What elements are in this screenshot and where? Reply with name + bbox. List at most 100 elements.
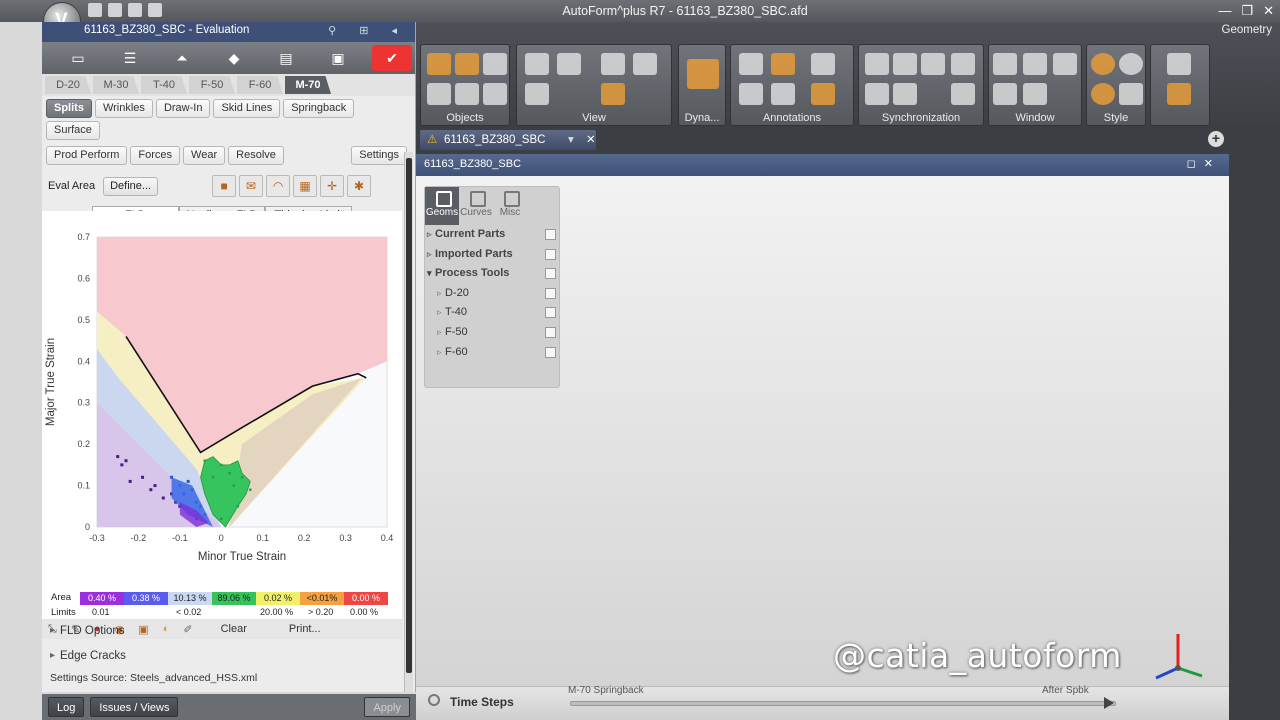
evaluation-icon[interactable]: ✔ — [372, 45, 412, 71]
visibility-checkbox[interactable] — [545, 248, 556, 260]
step-tab-m-70[interactable]: M-70 — [285, 76, 331, 94]
close-button[interactable]: ✕ — [1263, 3, 1274, 19]
step-tab-f-50[interactable]: F-50 — [189, 76, 235, 94]
dynamic-section-icon[interactable] — [687, 59, 719, 89]
sync-label-icon[interactable] — [893, 53, 917, 75]
tree-node-d-20[interactable]: D-20 — [425, 284, 559, 304]
process-icon[interactable]: ☰ — [104, 45, 156, 71]
transparent-icon[interactable] — [1119, 83, 1143, 105]
cascade-icon[interactable] — [1053, 53, 1077, 75]
visibility-checkbox[interactable] — [545, 346, 556, 358]
step-tab-d-20[interactable]: D-20 — [45, 76, 91, 94]
sync-view-icon[interactable] — [893, 83, 917, 105]
zoom-icon[interactable] — [601, 83, 625, 105]
tree-node-f-60[interactable]: F-60 — [425, 343, 559, 363]
axis-icon[interactable]: ✛ — [320, 175, 345, 197]
split-horizontal-icon[interactable] — [993, 83, 1017, 105]
measure-icon[interactable] — [771, 53, 795, 75]
shaded-sphere-icon[interactable] — [1091, 53, 1115, 75]
select-icon[interactable]: ▦ — [293, 175, 318, 197]
clock-icon[interactable] — [865, 83, 889, 105]
document-tab[interactable]: ⚠ 61163_BZ380_SBC ▾ ✕ — [420, 130, 596, 150]
object-icon[interactable] — [427, 53, 451, 75]
sync-part-icon[interactable] — [865, 53, 889, 75]
step-tab-f-60[interactable]: F-60 — [237, 76, 283, 94]
pointer-icon[interactable] — [739, 53, 763, 75]
box-icon[interactable]: ■ — [212, 175, 237, 197]
mode-forces[interactable]: Forces — [130, 146, 181, 165]
tab-geoms[interactable]: Geoms — [425, 187, 459, 225]
press-icon[interactable]: ▤ — [260, 45, 312, 71]
shape-icon[interactable]: ◠ — [266, 175, 291, 197]
mode-splits[interactable]: Splits — [46, 99, 92, 118]
axis-triad-icon[interactable] — [1167, 83, 1191, 105]
tree-node-f-50[interactable]: F-50 — [425, 323, 559, 343]
split-vertical-icon[interactable] — [1023, 53, 1047, 75]
step-tab-t-40[interactable]: T-40 — [141, 76, 187, 94]
minimize-button[interactable]: — — [1218, 3, 1231, 19]
single-window-icon[interactable] — [993, 53, 1017, 75]
link-icon[interactable] — [951, 53, 975, 75]
maximize-button[interactable]: ❐ — [1241, 3, 1253, 19]
geometry-tab[interactable]: Geometry — [1222, 24, 1273, 36]
undo-icon[interactable] — [108, 3, 122, 17]
mode-skid-lines[interactable]: Skid Lines — [213, 99, 281, 118]
define-button[interactable]: Define... — [103, 176, 159, 196]
arrow-diamond-icon[interactable] — [483, 83, 507, 105]
mode-surface[interactable]: Surface — [46, 121, 100, 140]
monitor-icon[interactable]: ▣ — [312, 45, 364, 71]
visibility-checkbox[interactable] — [545, 307, 556, 319]
view-cube-icon[interactable] — [557, 53, 581, 75]
time-slider-handle[interactable] — [1104, 697, 1114, 709]
fit-icon[interactable] — [601, 53, 625, 75]
tree-node-t-40[interactable]: T-40 — [425, 303, 559, 323]
unlink-icon[interactable] — [951, 83, 975, 105]
fld-options-accordion[interactable]: FLD Options — [42, 619, 402, 643]
mode-resolve[interactable]: Resolve — [228, 146, 284, 165]
label-icon[interactable] — [739, 83, 763, 105]
camera-icon[interactable] — [633, 53, 657, 75]
mode-prod-perform[interactable]: Prod Perform — [46, 146, 128, 165]
visibility-checkbox[interactable] — [545, 268, 556, 280]
grid-window-icon[interactable] — [1023, 83, 1047, 105]
tree-node-imported-parts[interactable]: Imported Parts — [425, 245, 559, 265]
gear-icon[interactable] — [428, 694, 440, 706]
axes-icon[interactable] — [525, 53, 549, 75]
mail-icon[interactable]: ✉ — [239, 175, 264, 197]
panel-header-icons[interactable]: ⚲ ⊞ ◂ — [328, 24, 407, 37]
shell-icon[interactable] — [455, 53, 479, 75]
3d-viewport[interactable]: Geoms Curves Misc Current Parts Imported … — [416, 176, 1229, 686]
visibility-checkbox[interactable] — [545, 229, 556, 240]
display-icon[interactable] — [1167, 53, 1191, 75]
mode-springback[interactable]: Springback — [283, 99, 355, 118]
value-label-icon[interactable] — [771, 83, 795, 105]
diamond-outline-icon[interactable] — [455, 83, 479, 105]
redo-icon[interactable] — [128, 3, 142, 17]
mode-draw-in[interactable]: Draw-In — [155, 99, 211, 118]
magic-icon[interactable] — [811, 53, 835, 75]
add-tab-icon[interactable]: + — [1208, 131, 1224, 147]
tree-node-process-tools[interactable]: Process Tools — [425, 264, 559, 284]
save-icon[interactable] — [88, 3, 102, 17]
issues-views-button[interactable]: Issues / Views — [90, 697, 179, 717]
visibility-checkbox[interactable] — [545, 287, 556, 299]
close-tab-icon[interactable]: ✕ — [586, 130, 596, 150]
visibility-checkbox[interactable] — [545, 326, 556, 338]
mode-wrinkles[interactable]: Wrinkles — [94, 99, 153, 118]
settings-button[interactable]: Settings — [351, 146, 407, 165]
wire-sphere-icon[interactable] — [1119, 53, 1143, 75]
part-icon[interactable]: ▭ — [52, 45, 104, 71]
time-slider-track[interactable] — [570, 701, 1116, 706]
door-icon[interactable] — [483, 53, 507, 75]
wand-icon[interactable] — [811, 83, 835, 105]
filter-icon[interactable]: ✱ — [347, 175, 372, 197]
tab-curves[interactable]: Curves — [459, 187, 493, 225]
chevron-down-icon[interactable]: ▾ — [568, 130, 574, 150]
tab-misc[interactable]: Misc — [493, 187, 527, 225]
diamond-icon[interactable] — [427, 83, 451, 105]
apply-button[interactable]: Apply — [364, 697, 410, 717]
panel-scrollbar[interactable] — [404, 152, 413, 692]
sync-list-icon[interactable] — [921, 53, 945, 75]
blank-icon[interactable]: ◆ — [208, 45, 260, 71]
rotate-icon[interactable] — [525, 83, 549, 105]
